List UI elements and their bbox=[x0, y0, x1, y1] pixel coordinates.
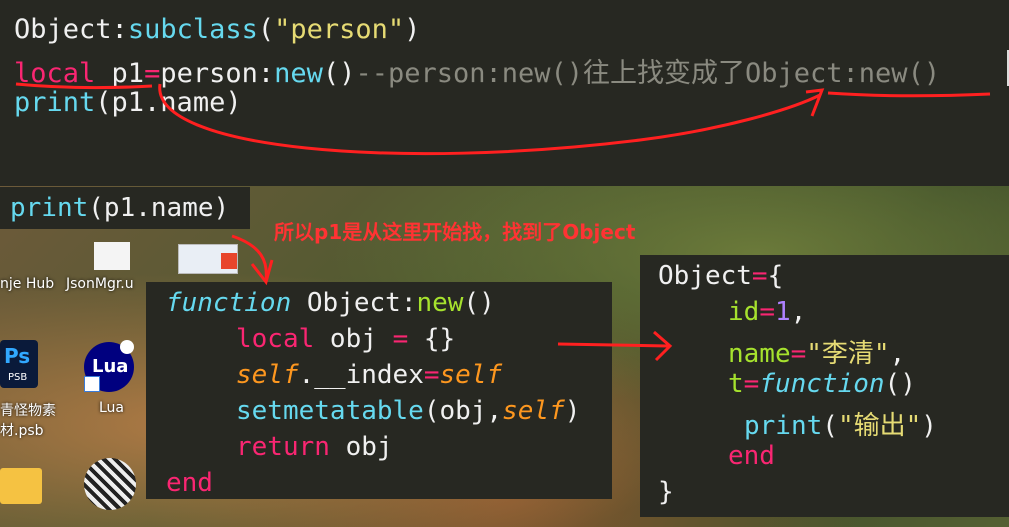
code-token: function bbox=[759, 369, 885, 399]
code-token: new bbox=[416, 288, 464, 318]
code-token: () bbox=[463, 288, 495, 318]
code-token: 1 bbox=[774, 297, 791, 327]
code-token: : bbox=[400, 288, 417, 318]
thumbnail-icon[interactable] bbox=[178, 244, 238, 274]
code-token: obj bbox=[314, 324, 393, 354]
code-token: : bbox=[257, 58, 275, 89]
code-token: = bbox=[144, 58, 161, 89]
code-token: ( bbox=[822, 411, 838, 441]
code-token: ( bbox=[257, 14, 275, 45]
code-token: {} bbox=[408, 324, 456, 354]
code-line: t=function() bbox=[728, 369, 916, 399]
code-token: = bbox=[790, 339, 807, 369]
print-code-line: print(p1.name) bbox=[10, 193, 229, 223]
sphere-icon[interactable] bbox=[84, 458, 136, 510]
new-function-panel: function Object:new() local obj = {} sel… bbox=[146, 282, 612, 499]
desktop-icon-label[interactable]: JsonMgr.u bbox=[66, 276, 134, 292]
code-token: () bbox=[884, 369, 916, 399]
code-token: , bbox=[790, 297, 807, 327]
print-code-panel: print(p1.name) bbox=[0, 187, 250, 229]
code-token: end bbox=[166, 468, 213, 498]
code-token: local bbox=[14, 58, 96, 89]
code-token: person bbox=[160, 58, 258, 89]
code-token: print bbox=[10, 193, 89, 223]
code-token: .__index bbox=[298, 360, 424, 390]
code-token: "李清" bbox=[806, 339, 890, 369]
code-line: end bbox=[166, 468, 213, 498]
top-code-editor: Object:subclass("person") local p1=perso… bbox=[0, 0, 1009, 186]
code-token: = bbox=[743, 369, 760, 399]
code-token: (p1.name) bbox=[95, 87, 242, 118]
desktop-icon-label[interactable]: Lua bbox=[99, 400, 124, 416]
code-token: : bbox=[111, 14, 128, 45]
photoshop-icon[interactable]: Ps PSB bbox=[0, 340, 38, 388]
code-line: Object={ bbox=[658, 261, 783, 291]
code-token: Object bbox=[291, 288, 401, 318]
code-token: self bbox=[236, 360, 299, 390]
code-token: p1 bbox=[111, 58, 145, 89]
code-line: print("输出") bbox=[744, 405, 937, 442]
code-token: = bbox=[423, 360, 440, 390]
code-token: new bbox=[274, 58, 323, 89]
code-line: return obj bbox=[236, 432, 393, 462]
code-token: id bbox=[728, 297, 760, 327]
code-token: = bbox=[392, 324, 409, 354]
code-token: t bbox=[728, 369, 744, 399]
code-token: print bbox=[744, 411, 823, 441]
code-token: function bbox=[166, 288, 292, 318]
code-token: end bbox=[728, 441, 775, 471]
lua-icon[interactable]: Lua bbox=[84, 340, 134, 392]
code-line: local obj = {} bbox=[236, 324, 455, 354]
code-token: subclass bbox=[127, 14, 258, 45]
code-token: = bbox=[759, 297, 775, 327]
code-token: name bbox=[728, 339, 791, 369]
code-token: () bbox=[322, 58, 356, 89]
object-definition-panel: Object={ id=1, name="李清", t=function() p… bbox=[640, 255, 1009, 517]
code-token: , bbox=[889, 339, 906, 369]
code-token: (obj, bbox=[423, 396, 503, 426]
desktop-icon-label[interactable]: 材.psb bbox=[0, 420, 44, 440]
code-token: self bbox=[439, 360, 503, 390]
code-line-2: local p1=person:new()--person:new()往上找变成… bbox=[14, 51, 940, 90]
folder-icon[interactable] bbox=[0, 468, 42, 504]
shortcut-arrow-icon bbox=[84, 376, 100, 392]
code-token: (p1.name) bbox=[88, 193, 230, 223]
code-token: setmetatable bbox=[236, 396, 424, 426]
code-token: local bbox=[236, 324, 315, 354]
code-token: self bbox=[502, 396, 565, 426]
code-token: Object bbox=[658, 261, 752, 291]
file-icon[interactable] bbox=[94, 242, 130, 270]
code-token: "person" bbox=[274, 14, 405, 45]
code-token: return bbox=[236, 432, 330, 462]
code-line: end bbox=[728, 441, 775, 471]
desktop-icon-label[interactable]: nje Hub bbox=[0, 276, 54, 292]
code-token: = bbox=[751, 261, 768, 291]
code-line: id=1, bbox=[728, 297, 806, 327]
code-token: { bbox=[767, 261, 784, 291]
lua-moon bbox=[120, 340, 134, 354]
code-line: } bbox=[658, 477, 674, 507]
code-line: setmetatable(obj,self) bbox=[236, 396, 580, 426]
app-badge-icon bbox=[221, 253, 237, 269]
psb-text: PSB bbox=[8, 372, 28, 383]
code-token: ) bbox=[564, 396, 581, 426]
desktop-icon-label[interactable]: 青怪物素 bbox=[0, 400, 56, 420]
code-token: ) bbox=[404, 14, 421, 45]
code-line: name="李清", bbox=[728, 333, 905, 370]
code-comment: --person:new()往上找变成了Object:new() bbox=[355, 58, 941, 89]
lua-logo-text: Lua bbox=[92, 356, 129, 377]
code-token: obj bbox=[329, 432, 393, 462]
code-token: print bbox=[14, 87, 96, 118]
code-token: } bbox=[658, 477, 674, 507]
code-token: "输出" bbox=[837, 411, 922, 441]
code-token: Object bbox=[14, 14, 112, 45]
code-line: function Object:new() bbox=[166, 288, 495, 318]
ps-text: Ps bbox=[4, 344, 31, 368]
code-line: self.__index=self bbox=[236, 360, 502, 390]
annotation-text: 所以p1是从这里开始找，找到了Object bbox=[274, 220, 636, 244]
code-token: ) bbox=[921, 411, 937, 441]
code-line-1: Object:subclass("person") bbox=[14, 14, 420, 45]
code-line-3: print(p1.name) bbox=[14, 87, 242, 118]
